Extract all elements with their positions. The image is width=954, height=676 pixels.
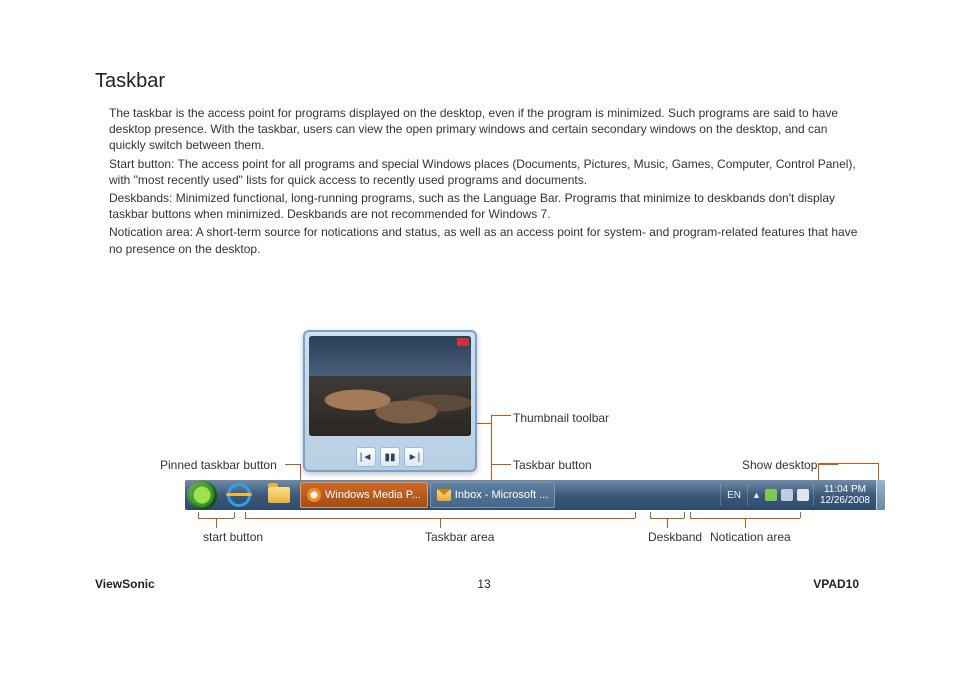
page-title: Taskbar: [95, 70, 859, 93]
tray-network-icon[interactable]: [781, 489, 793, 501]
para-deskbands: Deskbands: Minimized functional, long-ru…: [109, 190, 859, 222]
clock-time: 11:04 PM: [820, 484, 870, 495]
pinned-ie-button[interactable]: [219, 480, 259, 510]
taskbar-button-label: Taskbar button: [513, 458, 592, 472]
notification-area: ▲: [748, 489, 813, 501]
clock-date: 12/26/2008: [820, 495, 870, 506]
thumbnail-toolbar-label: Thumbnail toolbar: [513, 411, 609, 425]
thumbnail-toolbar: |◄ ▮▮ ►|: [305, 447, 475, 467]
start-button[interactable]: [187, 480, 217, 510]
page-footer: ViewSonic 13 VPAD10: [95, 577, 859, 591]
taskbar-clock[interactable]: 11:04 PM 12/26/2008: [813, 484, 876, 506]
task-button-wmp-label: Windows Media P...: [325, 489, 421, 501]
footer-brand: ViewSonic: [95, 577, 155, 591]
show-desktop-label: Show desktop: [742, 458, 817, 472]
mail-icon: [437, 489, 451, 501]
thumbnail-preview[interactable]: |◄ ▮▮ ►|: [303, 330, 477, 472]
task-button-outlook[interactable]: Inbox - Microsoft ...: [430, 482, 556, 508]
thumbnail-image: [309, 336, 471, 436]
pinned-explorer-button[interactable]: [259, 480, 299, 510]
body-text: The taskbar is the access point for prog…: [109, 105, 859, 257]
thumb-next-button[interactable]: ►|: [404, 447, 424, 467]
wmp-icon: [307, 488, 321, 502]
deskband-language[interactable]: EN: [720, 484, 748, 506]
footer-model: VPAD10: [813, 577, 859, 591]
footer-page-number: 13: [477, 577, 490, 591]
pinned-taskbar-button-label: Pinned taskbar button: [160, 458, 277, 472]
thumb-pause-button[interactable]: ▮▮: [380, 447, 400, 467]
show-desktop-button[interactable]: [876, 480, 885, 510]
folder-icon: [268, 487, 290, 503]
task-button-wmp[interactable]: Windows Media P...: [300, 482, 428, 508]
taskbar-diagram: Pinned taskbar button Thumbnail toolbar …: [95, 330, 859, 570]
ie-icon: [227, 483, 251, 507]
tray-expand-icon[interactable]: ▲: [752, 490, 761, 500]
thumb-prev-button[interactable]: |◄: [356, 447, 376, 467]
para-notification: Notication area: A short-term source for…: [109, 224, 859, 256]
para-intro: The taskbar is the access point for prog…: [109, 105, 859, 154]
taskbar-area-label: Taskbar area: [425, 530, 494, 544]
task-button-outlook-label: Inbox - Microsoft ...: [455, 489, 549, 501]
para-start: Start button: The access point for all p…: [109, 156, 859, 188]
notification-area-label: Notication area: [710, 530, 791, 544]
tray-user-icon[interactable]: [765, 489, 777, 501]
start-button-label: start button: [203, 530, 263, 544]
taskbar: Windows Media P... Inbox - Microsoft ...…: [185, 480, 885, 510]
deskband-label: Deskband: [648, 530, 702, 544]
tray-volume-icon[interactable]: [797, 489, 809, 501]
